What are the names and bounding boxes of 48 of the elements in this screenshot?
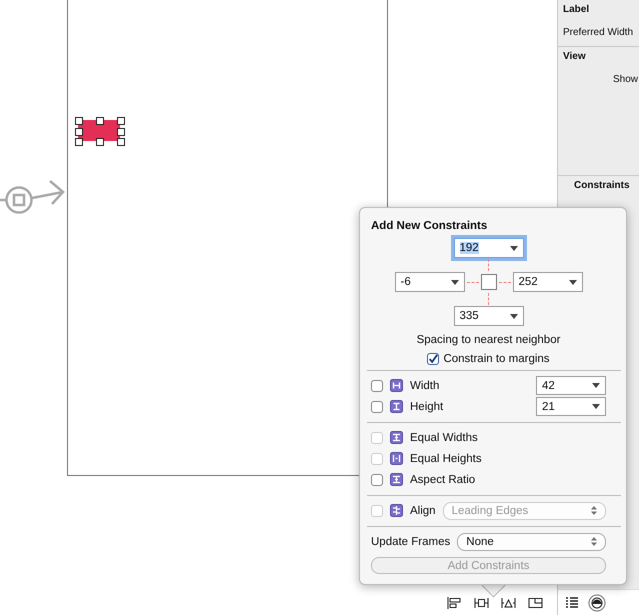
checkbox[interactable] bbox=[371, 380, 383, 392]
caret-icon bbox=[450, 280, 458, 284]
view-square bbox=[480, 274, 496, 290]
section-title: Label bbox=[563, 4, 590, 15]
spacing-caption: Spacing to nearest neighbor bbox=[416, 334, 562, 346]
field-label: Show bbox=[612, 74, 637, 85]
caret-icon bbox=[592, 383, 600, 388]
field-label: Preferred Width bbox=[563, 27, 634, 38]
resize-handle[interactable] bbox=[96, 138, 104, 146]
caret-icon bbox=[592, 404, 600, 409]
filter-icon[interactable] bbox=[588, 594, 606, 612]
constraint-icon bbox=[390, 400, 403, 413]
spacing-field[interactable]: 335 bbox=[454, 306, 524, 326]
checkbox[interactable] bbox=[371, 400, 383, 412]
section-title: View bbox=[563, 51, 587, 62]
constraint-label: Equal Heights bbox=[410, 452, 482, 464]
constraint-icon bbox=[390, 379, 403, 392]
constraint-icon bbox=[390, 504, 403, 517]
align-icon[interactable] bbox=[447, 596, 462, 608]
caret-icon bbox=[510, 314, 518, 318]
constraint-label: Align bbox=[410, 504, 436, 516]
constraint-label: Aspect Ratio bbox=[410, 474, 476, 486]
update-frames-popup[interactable]: None bbox=[457, 532, 606, 550]
list-icon[interactable] bbox=[566, 597, 578, 608]
resize-handle[interactable] bbox=[96, 117, 104, 125]
spacing-field[interactable]: 252 bbox=[512, 272, 582, 292]
checkbox[interactable] bbox=[371, 474, 383, 486]
constraint-icon bbox=[390, 431, 403, 444]
size-field[interactable]: 21 bbox=[536, 397, 606, 416]
constraint-label: Equal Widths bbox=[410, 432, 478, 444]
update-frames-label: Update Frames bbox=[371, 536, 450, 548]
section-title: Constraints bbox=[574, 180, 631, 191]
checkbox-label: Constrain to margins bbox=[443, 353, 550, 365]
constraint-label: Height bbox=[410, 400, 444, 412]
spacing-field[interactable]: -6 bbox=[394, 272, 464, 292]
constraint-label: Width bbox=[410, 380, 440, 392]
constraint-icon bbox=[390, 473, 403, 486]
pin-icon[interactable] bbox=[474, 596, 489, 608]
resolve-icon[interactable] bbox=[501, 596, 516, 608]
caret-icon bbox=[568, 280, 576, 284]
constraint-icon bbox=[390, 452, 403, 465]
checkbox[interactable] bbox=[427, 353, 440, 365]
popover-title: Add New Constraints bbox=[371, 220, 488, 232]
caret-icon bbox=[510, 246, 518, 250]
size-field[interactable]: 42 bbox=[536, 376, 606, 395]
stepper-arrows-icon bbox=[591, 506, 597, 515]
resizing-icon[interactable] bbox=[528, 596, 543, 608]
stepper-arrows-icon bbox=[591, 537, 597, 546]
